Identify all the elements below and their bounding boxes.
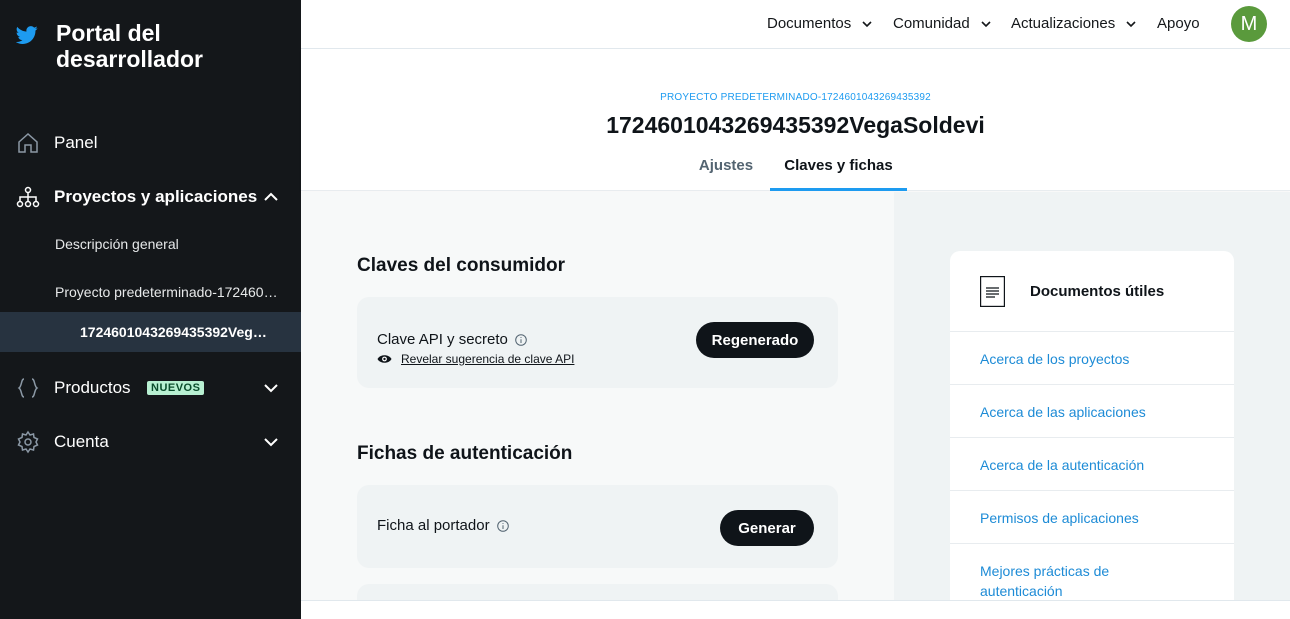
sidebar-item-label: Proyectos y aplicaciones (54, 187, 258, 206)
docs-link-label: Acerca de la autenticación (980, 457, 1145, 473)
bearer-label: Ficha al portador (377, 517, 490, 534)
consumer-keys-title: Claves del consumidor (357, 255, 566, 276)
sidebar-item-label: Panel (54, 133, 98, 152)
document-icon (980, 276, 1005, 307)
brand-title: Portal del desarrollador (56, 20, 203, 72)
top-nav: Documentos Comunidad Actualizaciones Apo… (301, 0, 1290, 49)
bearer-token-card: Ficha al portador Generar (357, 485, 838, 568)
breadcrumb[interactable]: PROYECTO PREDETERMINADO-1724601043269435… (301, 92, 1290, 103)
docs-link-permissions[interactable]: Permisos de aplicaciones (950, 491, 1234, 544)
bearer-row: Ficha al portador (377, 517, 509, 534)
hierarchy-icon (16, 186, 40, 208)
nav-updates-label: Actualizaciones (1011, 15, 1116, 32)
info-icon[interactable] (515, 333, 527, 346)
docs-link-apps[interactable]: Acerca de las aplicaciones (950, 385, 1234, 438)
chevron-down-icon[interactable] (262, 433, 280, 451)
tab-settings[interactable]: Ajustes (686, 157, 766, 191)
bottom-bar (301, 600, 1290, 619)
twitter-bird-icon (16, 26, 38, 44)
nav-community[interactable]: Comunidad (893, 15, 992, 32)
reveal-hint-label: Revelar sugerencia de clave API (401, 352, 575, 366)
new-badge: NUEVOS (147, 381, 205, 395)
generate-button[interactable]: Generar (720, 510, 814, 546)
brand[interactable]: Portal del desarrollador (16, 20, 236, 72)
docs-header: Documentos útiles (950, 251, 1234, 332)
docs-link-label: Acerca de los proyectos (980, 351, 1130, 367)
page-title: 1724601043269435392VegaSoldevi (606, 112, 985, 138)
auth-tokens-title: Fichas de autenticación (357, 443, 573, 464)
chevron-down-icon (981, 20, 991, 27)
docs-link-label: Permisos de aplicaciones (980, 510, 1139, 526)
nav-docs[interactable]: Documentos (767, 15, 873, 32)
useful-docs-card: Documentos útiles Acerca de los proyecto… (950, 251, 1234, 611)
docs-link-label: Mejores prácticas de autenticación (980, 563, 1110, 599)
sidebar-item-account[interactable]: Cuenta (0, 422, 301, 462)
docs-link-auth[interactable]: Acerca de la autenticación (950, 438, 1234, 491)
sidebar-item-overview[interactable]: Descripción general (0, 224, 301, 264)
chevron-down-icon (1126, 20, 1136, 27)
eye-icon (377, 355, 392, 363)
reveal-hint-link[interactable]: Revelar sugerencia de clave API (377, 352, 574, 366)
docs-title: Documentos útiles (1030, 283, 1165, 300)
api-key-label: Clave API y secreto (377, 331, 508, 348)
main-content: Claves del consumidor Clave API y secret… (301, 192, 894, 614)
nav-support[interactable]: Apoyo (1157, 15, 1200, 32)
nav-docs-label: Documentos (767, 15, 852, 32)
braces-icon (17, 378, 39, 398)
nav-support-label: Apoyo (1157, 15, 1200, 32)
tab-keys-and-tokens[interactable]: Claves y fichas (770, 157, 907, 191)
home-icon (18, 132, 38, 153)
right-panel: Documentos útiles Acerca de los proyecto… (894, 192, 1290, 611)
sidebar-item-label: Descripción general (55, 236, 179, 252)
api-key-row: Clave API y secreto (377, 331, 527, 348)
nav-community-label: Comunidad (893, 15, 970, 32)
sidebar-item-projects[interactable]: Proyectos y aplicaciones (0, 177, 301, 217)
nav-updates[interactable]: Actualizaciones (1011, 15, 1137, 32)
sidebar-item-label: Cuenta (54, 432, 109, 451)
sidebar-item-project[interactable]: Proyecto predeterminado-172460… (0, 272, 301, 312)
sidebar-item-products[interactable]: Productos NUEVOS (0, 368, 301, 408)
sidebar-item-label: Productos (54, 378, 131, 397)
chevron-down-icon[interactable] (262, 379, 280, 397)
docs-link-label: Acerca de las aplicaciones (980, 404, 1146, 420)
regenerate-button[interactable]: Regenerado (696, 322, 814, 358)
gear-icon (17, 430, 39, 454)
chevron-up-icon[interactable] (262, 188, 280, 206)
consumer-keys-card: Clave API y secreto Revelar sugerencia d… (357, 297, 838, 388)
chevron-down-icon (862, 20, 872, 27)
sidebar: Portal del desarrollador Panel Proyectos… (0, 0, 301, 619)
docs-link-projects[interactable]: Acerca de los proyectos (950, 332, 1234, 385)
sidebar-item-app[interactable]: 1724601043269435392Veg… (0, 312, 301, 352)
sidebar-item-panel[interactable]: Panel (0, 123, 301, 163)
app-header: PROYECTO PREDETERMINADO-1724601043269435… (301, 49, 1290, 191)
sidebar-item-label: Proyecto predeterminado-172460… (55, 284, 278, 300)
avatar[interactable]: M (1231, 6, 1267, 42)
info-icon[interactable] (496, 519, 509, 532)
sidebar-item-label: 1724601043269435392Veg… (80, 324, 267, 340)
